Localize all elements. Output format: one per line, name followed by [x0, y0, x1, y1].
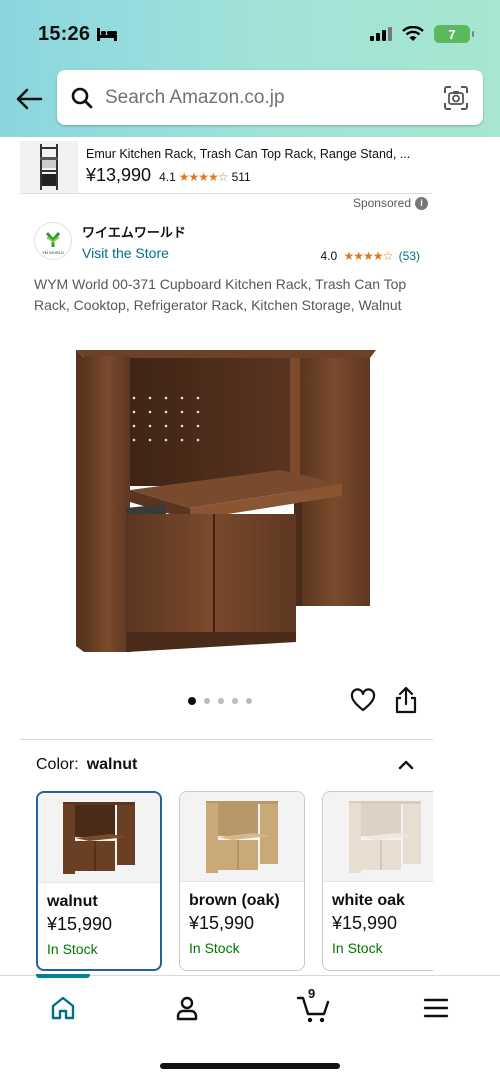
- sponsored-product-review-count: 511: [231, 170, 251, 184]
- search-input[interactable]: [105, 86, 443, 109]
- visit-store-link[interactable]: Visit the Store: [82, 245, 186, 261]
- color-option-name: brown (oak): [189, 892, 280, 909]
- store-name: ワイエムワールド: [82, 225, 186, 240]
- color-option-price: ¥15,990: [332, 913, 398, 933]
- sleep-mode-icon: [97, 28, 118, 41]
- sponsored-label[interactable]: Sponsored i: [353, 196, 428, 210]
- color-option-stock: In Stock: [47, 941, 98, 957]
- camera-search-icon[interactable]: [443, 85, 469, 111]
- menu-icon: [423, 998, 449, 1018]
- cellular-signal-icon: [370, 27, 392, 41]
- color-options: walnut ¥15,990 In Stock brown (oak) ¥15,…: [36, 791, 433, 971]
- home-indicator[interactable]: [160, 1063, 340, 1069]
- color-option-walnut[interactable]: walnut ¥15,990 In Stock: [36, 791, 162, 971]
- color-option-stock: In Stock: [189, 940, 240, 956]
- sponsored-product-thumbnail: [20, 140, 78, 193]
- carousel-dot[interactable]: [232, 698, 238, 704]
- color-option-brown-oak[interactable]: brown (oak) ¥15,990 In Stock: [179, 791, 305, 971]
- sponsored-text: Sponsored: [352, 196, 411, 210]
- status-time: 15:26: [38, 22, 91, 45]
- color-option-name: white oak: [332, 892, 405, 909]
- color-option-image: [38, 793, 160, 883]
- heart-icon[interactable]: [350, 688, 376, 714]
- status-bar: 15:26 7: [38, 20, 474, 48]
- image-carousel-indicator[interactable]: [188, 697, 252, 705]
- battery-indicator: 7: [434, 25, 474, 43]
- section-divider: [20, 739, 433, 740]
- battery-level: 7: [448, 26, 456, 42]
- color-option-image: [323, 792, 433, 882]
- sponsored-product-stars: ★★★★☆: [178, 170, 229, 184]
- sponsored-product-price: ¥13,990: [86, 165, 152, 185]
- store-section: YM WORLD ワイエムワールド Visit the Store 4.0 ★★…: [34, 222, 420, 263]
- sponsored-product-banner[interactable]: Emur Kitchen Rack, Trash Can Top Rack, R…: [20, 140, 432, 194]
- sponsored-product-rating: 4.1: [159, 170, 176, 184]
- cart-count-badge: 9: [308, 986, 316, 1001]
- home-icon: [51, 996, 75, 1020]
- product-main-image[interactable]: [70, 346, 380, 658]
- person-icon: [176, 996, 198, 1021]
- carousel-dot[interactable]: [188, 697, 196, 705]
- color-label: Color:: [36, 756, 79, 773]
- store-review-count[interactable]: (53): [399, 249, 420, 263]
- color-option-white-oak[interactable]: white oak ¥15,990 In Stock: [322, 791, 433, 971]
- search-icon: [71, 87, 93, 108]
- nav-account[interactable]: [167, 988, 207, 1028]
- color-option-name: walnut: [47, 893, 98, 910]
- color-option-stock: In Stock: [332, 940, 383, 956]
- info-icon[interactable]: i: [415, 196, 428, 210]
- chevron-up-icon[interactable]: [396, 755, 416, 775]
- store-rating-stars: ★★★★☆: [343, 249, 394, 263]
- store-rating-value: 4.0: [320, 249, 338, 263]
- carousel-dot[interactable]: [218, 698, 224, 704]
- selected-color: walnut: [86, 756, 138, 773]
- back-arrow-icon[interactable]: [14, 84, 44, 114]
- carousel-dot[interactable]: [204, 698, 210, 704]
- share-icon[interactable]: [393, 686, 419, 714]
- nav-home[interactable]: [43, 988, 83, 1028]
- wifi-icon: [402, 26, 424, 41]
- color-option-price: ¥15,990: [189, 913, 255, 933]
- nav-menu[interactable]: [416, 988, 456, 1028]
- store-rating[interactable]: 4.0 ★★★★☆ (53): [320, 249, 420, 263]
- carousel-dot[interactable]: [246, 698, 252, 704]
- nav-cart[interactable]: 9: [294, 986, 334, 1028]
- bottom-navigation: 9: [0, 975, 500, 1035]
- active-tab-indicator: [36, 974, 90, 978]
- store-logo[interactable]: YM WORLD: [34, 222, 72, 260]
- color-selector-header[interactable]: Color: walnut: [36, 755, 416, 775]
- color-option-price: ¥15,990: [47, 914, 113, 934]
- sponsored-product-title[interactable]: Emur Kitchen Rack, Trash Can Top Rack, R…: [86, 147, 426, 161]
- color-option-image: [180, 792, 304, 882]
- search-bar[interactable]: [57, 70, 483, 125]
- app-header: 15:26 7: [0, 0, 500, 137]
- product-title: WYM World 00-371 Cupboard Kitchen Rack, …: [34, 276, 407, 313]
- store-logo-text: YM WORLD: [42, 250, 64, 255]
